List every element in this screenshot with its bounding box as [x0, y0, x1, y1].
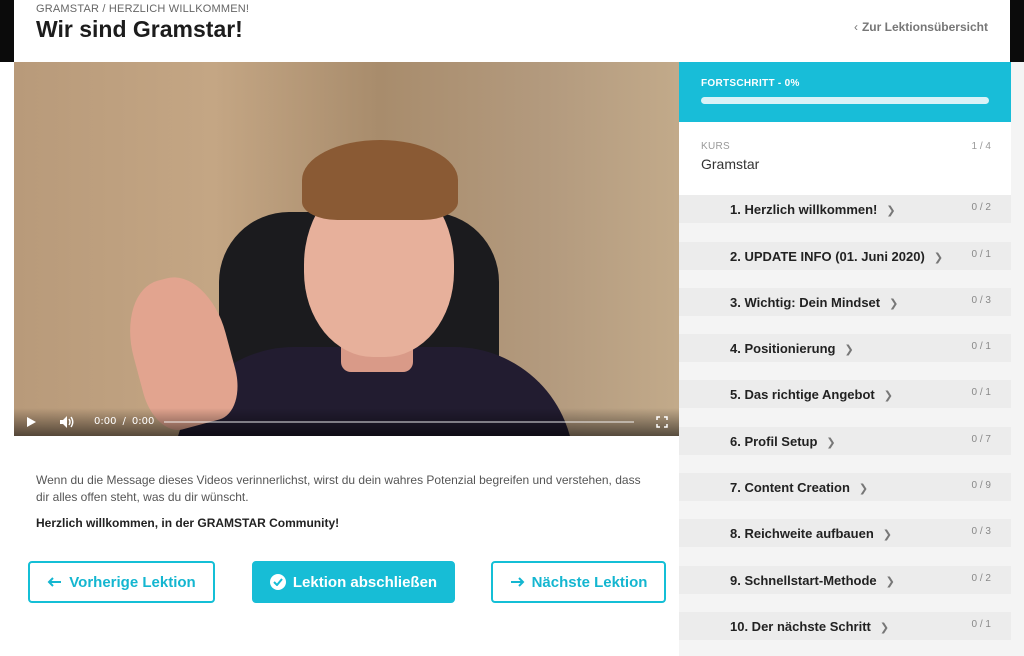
page-title: Wir sind Gramstar!	[36, 16, 243, 42]
lesson-count: 0 / 3	[971, 295, 991, 306]
video-time-separator: /	[122, 416, 126, 427]
chevron-right-icon: ❯	[933, 252, 944, 264]
lesson-count: 0 / 1	[971, 387, 991, 398]
progress-bar	[701, 97, 989, 104]
chevron-right-icon: ❯	[885, 576, 895, 588]
lesson-title-text: 10. Der nächste Schritt	[730, 619, 871, 634]
lesson-item-4[interactable]: 4. Positionierung ❯ 0 / 1	[679, 334, 1011, 362]
video-current-time: 0:00	[94, 416, 117, 427]
chevron-right-icon: ❯	[858, 483, 869, 495]
window-edge-right	[1010, 0, 1024, 62]
lesson-title: 10. Der nächste Schritt ❯	[730, 619, 889, 634]
course-name: Gramstar	[701, 156, 760, 172]
lesson-title: 5. Das richtige Angebot ❯	[730, 387, 893, 402]
lesson-item-8[interactable]: 8. Reichweite aufbauen ❯ 0 / 3	[679, 519, 1011, 547]
back-link-label: Zur Lektionsübersicht	[861, 20, 988, 34]
course-info: KURS Gramstar 1 / 4	[679, 122, 1011, 195]
lesson-title: 3. Wichtig: Dein Mindset ❯	[730, 295, 898, 310]
lesson-count: 0 / 7	[971, 434, 991, 445]
check-circle-icon	[269, 574, 286, 590]
fullscreen-icon[interactable]	[656, 416, 668, 428]
window-edge-left	[0, 0, 14, 62]
complete-lesson-button[interactable]: Lektion abschließen	[252, 561, 455, 603]
play-icon[interactable]	[27, 417, 36, 427]
chevron-right-icon: ❯	[844, 344, 854, 356]
chevron-left-icon: ‹	[853, 20, 858, 34]
lesson-title: 8. Reichweite aufbauen ❯	[730, 526, 892, 541]
lesson-title: 4. Positionierung ❯	[730, 341, 854, 356]
lesson-title: 9. Schnellstart-Methode ❯	[730, 573, 895, 588]
lesson-title-text: 9. Schnellstart-Methode	[730, 573, 877, 588]
lesson-title-text: 4. Positionierung	[730, 341, 836, 356]
course-count: 1 / 4	[971, 141, 991, 152]
lesson-title-text: 8. Reichweite aufbauen	[730, 526, 874, 541]
arrow-left-icon	[47, 577, 62, 587]
lesson-item-3[interactable]: 3. Wichtig: Dein Mindset ❯ 0 / 3	[679, 288, 1011, 316]
lesson-count: 0 / 1	[971, 619, 991, 630]
previous-lesson-button[interactable]: Vorherige Lektion	[28, 561, 215, 603]
previous-lesson-label: Vorherige Lektion	[69, 573, 196, 591]
lesson-count: 0 / 3	[971, 526, 991, 537]
course-progress: FORTSCHRITT - 0%	[679, 62, 1011, 122]
lesson-title-text: 7. Content Creation	[730, 480, 850, 495]
lesson-item-7[interactable]: 7. Content Creation ❯ 0 / 9	[679, 473, 1011, 501]
chevron-right-icon: ❯	[826, 437, 836, 449]
lesson-title-text: 2. UPDATE INFO (01. Juni 2020)	[730, 249, 925, 264]
video-time: 0:00 / 0:00	[94, 416, 154, 427]
progress-label: FORTSCHRITT - 0%	[701, 78, 800, 89]
chevron-right-icon: ❯	[886, 205, 896, 217]
lesson-title: 6. Profil Setup ❯	[730, 434, 836, 449]
next-lesson-button[interactable]: Nächste Lektion	[491, 561, 666, 603]
lesson-header: GRAMSTAR / HERZLICH WILLKOMMEN! Wir sind…	[14, 0, 1010, 62]
next-lesson-label: Nächste Lektion	[531, 573, 648, 591]
lesson-item-2[interactable]: 2. UPDATE INFO (01. Juni 2020) ❯ 0 / 1	[679, 242, 1011, 270]
lesson-item-1[interactable]: 1. Herzlich willkommen! ❯ 0 / 2	[679, 195, 1011, 223]
video-duration: 0:00	[131, 416, 155, 427]
lesson-count: 0 / 9	[971, 480, 991, 491]
video-controls: 0:00 / 0:00	[14, 408, 679, 436]
lesson-count: 0 / 1	[971, 249, 991, 260]
video-player[interactable]: 0:00 / 0:00	[14, 62, 679, 436]
lesson-title-text: 3. Wichtig: Dein Mindset	[730, 295, 881, 310]
lesson-title-text: 1. Herzlich willkommen!	[730, 202, 878, 217]
lesson-description: Wenn du die Message dieses Videos verinn…	[36, 473, 641, 504]
lesson-title-text: 5. Das richtige Angebot	[730, 387, 875, 402]
lesson-count: 0 / 2	[971, 202, 991, 213]
volume-icon[interactable]	[59, 415, 75, 429]
lesson-welcome-text: Herzlich willkommen, in der GRAMSTAR Com…	[36, 516, 340, 530]
back-to-overview-link[interactable]: ‹ Zur Lektionsübersicht	[854, 20, 988, 34]
lesson-item-9[interactable]: 9. Schnellstart-Methode ❯ 0 / 2	[679, 566, 1011, 594]
chevron-right-icon: ❯	[889, 298, 899, 310]
chevron-right-icon: ❯	[879, 622, 890, 634]
video-seek-bar[interactable]	[164, 421, 634, 423]
lesson-count: 0 / 1	[971, 341, 991, 352]
complete-lesson-label: Lektion abschließen	[292, 573, 438, 591]
breadcrumb: GRAMSTAR / HERZLICH WILLKOMMEN!	[36, 3, 250, 15]
chevron-right-icon: ❯	[882, 529, 892, 541]
video-frame-person-hair	[302, 140, 458, 220]
lesson-title: 7. Content Creation ❯	[730, 480, 868, 495]
lesson-item-5[interactable]: 5. Das richtige Angebot ❯ 0 / 1	[679, 380, 1011, 408]
lesson-title: 1. Herzlich willkommen! ❯	[730, 202, 896, 217]
lesson-title-text: 6. Profil Setup	[730, 434, 818, 449]
course-kicker: KURS	[701, 141, 730, 152]
lesson-item-10[interactable]: 10. Der nächste Schritt ❯ 0 / 1	[679, 612, 1011, 640]
chevron-right-icon: ❯	[883, 390, 893, 402]
arrow-right-icon	[510, 577, 525, 587]
lesson-item-6[interactable]: 6. Profil Setup ❯ 0 / 7	[679, 427, 1011, 455]
lesson-count: 0 / 2	[971, 573, 991, 584]
lesson-title: 2. UPDATE INFO (01. Juni 2020) ❯	[730, 249, 943, 264]
